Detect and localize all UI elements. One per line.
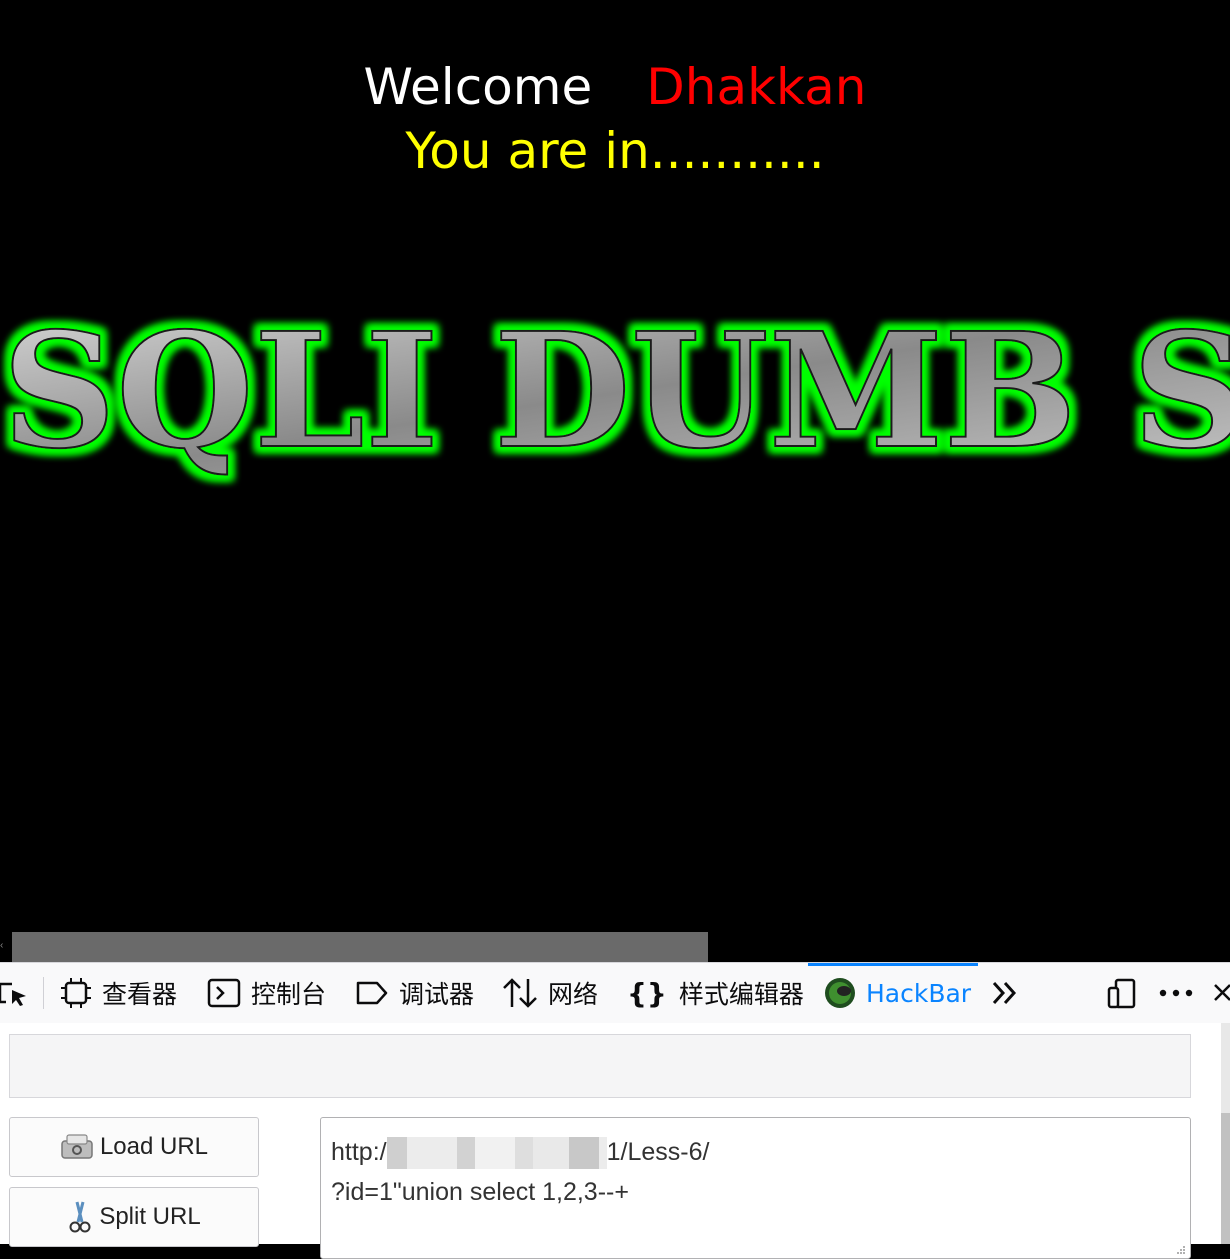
console-icon [207, 978, 241, 1008]
redacted-block [532, 1137, 569, 1170]
toolbar-separator [43, 977, 44, 1009]
tab-label: 查看器 [102, 980, 178, 1009]
redacted-block [386, 1137, 407, 1170]
sqli-dumb-banner-logo: SQLI DUMB S [1, 300, 1230, 485]
devtools-toolbar: 查看器 控制台 调试器 网络 {} 样式编辑器 HackBar [0, 962, 1230, 1024]
inspector-icon [61, 978, 91, 1008]
responsive-design-icon [1107, 978, 1136, 1009]
url-suffix: 1/Less-6/ [606, 1138, 710, 1166]
redacted-block [456, 1137, 475, 1170]
tab-label: HackBar [866, 978, 972, 1008]
resize-grip-icon[interactable] [1176, 1244, 1186, 1254]
close-devtools-button[interactable] [1212, 963, 1230, 1023]
element-picker-button[interactable] [0, 963, 40, 1023]
redacted-block [598, 1137, 607, 1170]
status-message: You are in........... [405, 122, 825, 180]
scrollbar-thumb[interactable] [1221, 1113, 1230, 1244]
url-text: http:/ 1/Less-6/ ?id=1"union select 1,2,3… [331, 1132, 709, 1212]
redacted-block [474, 1137, 515, 1170]
double-chevron-icon [992, 981, 1017, 1005]
redacted-block [406, 1137, 457, 1170]
close-icon [1214, 984, 1230, 1001]
split-url-label: Split URL [99, 1203, 201, 1230]
tab-label: 控制台 [251, 980, 327, 1009]
tab-label: 样式编辑器 [678, 980, 804, 1009]
hackbar-icon [825, 978, 855, 1008]
url-query: ?id=1"union select 1,2,3--+ [331, 1178, 629, 1206]
tab-debugger[interactable]: 调试器 [355, 963, 474, 1023]
tab-inspector[interactable]: 查看器 [60, 963, 177, 1023]
responsive-design-button[interactable] [1106, 963, 1148, 1023]
load-url-button[interactable]: Load URL [9, 1117, 259, 1177]
tab-label: 网络 [548, 980, 599, 1009]
more-icon [1159, 989, 1193, 997]
load-url-label: Load URL [99, 1133, 209, 1160]
tab-hackbar[interactable]: HackBar [808, 963, 978, 1020]
redacted-block [568, 1137, 599, 1170]
banner-text: SQLI DUMB S [2, 300, 1230, 484]
tab-console[interactable]: 控制台 [207, 963, 326, 1023]
scroll-left-icon[interactable]: ‹ [0, 940, 8, 954]
welcome-label: Welcome [363, 58, 593, 116]
devtools-panel: 查看器 控制台 调试器 网络 {} 样式编辑器 HackBar Load URL… [0, 962, 1230, 1259]
tab-network[interactable]: 网络 [502, 963, 598, 1023]
page-content: Welcome Dhakkan You are in........... SQL… [0, 0, 1230, 932]
url-textarea[interactable]: http:/ 1/Less-6/ ?id=1"union select 1,2,3… [320, 1117, 1191, 1259]
scrollbar-thumb[interactable] [12, 932, 708, 962]
horizontal-scrollbar[interactable]: ‹ [0, 932, 1230, 962]
options-menu-button[interactable] [1158, 963, 1204, 1023]
panel-vertical-scrollbar[interactable] [1221, 1023, 1230, 1244]
redacted-block [514, 1137, 533, 1170]
tab-style-editor[interactable]: {} 样式编辑器 [627, 963, 804, 1023]
more-tools-button[interactable] [990, 963, 1030, 1023]
debugger-icon [356, 981, 388, 1005]
network-icon [503, 978, 537, 1008]
scissors-icon [69, 1201, 91, 1233]
user-name: Dhakkan [646, 58, 867, 116]
hackbar-panel: Load URL Split URL http:/ 1/Less-6/ ?id=1… [0, 1023, 1230, 1259]
load-url-icon [61, 1134, 93, 1159]
url-prefix: http:/ [331, 1138, 387, 1166]
style-editor-icon: {} [627, 976, 667, 1010]
tab-label: 调试器 [399, 980, 475, 1009]
picker-icon [0, 982, 26, 1006]
welcome-line: Welcome Dhakkan [0, 58, 1230, 116]
hackbar-header-area [9, 1034, 1191, 1098]
split-url-button[interactable]: Split URL [9, 1187, 259, 1247]
